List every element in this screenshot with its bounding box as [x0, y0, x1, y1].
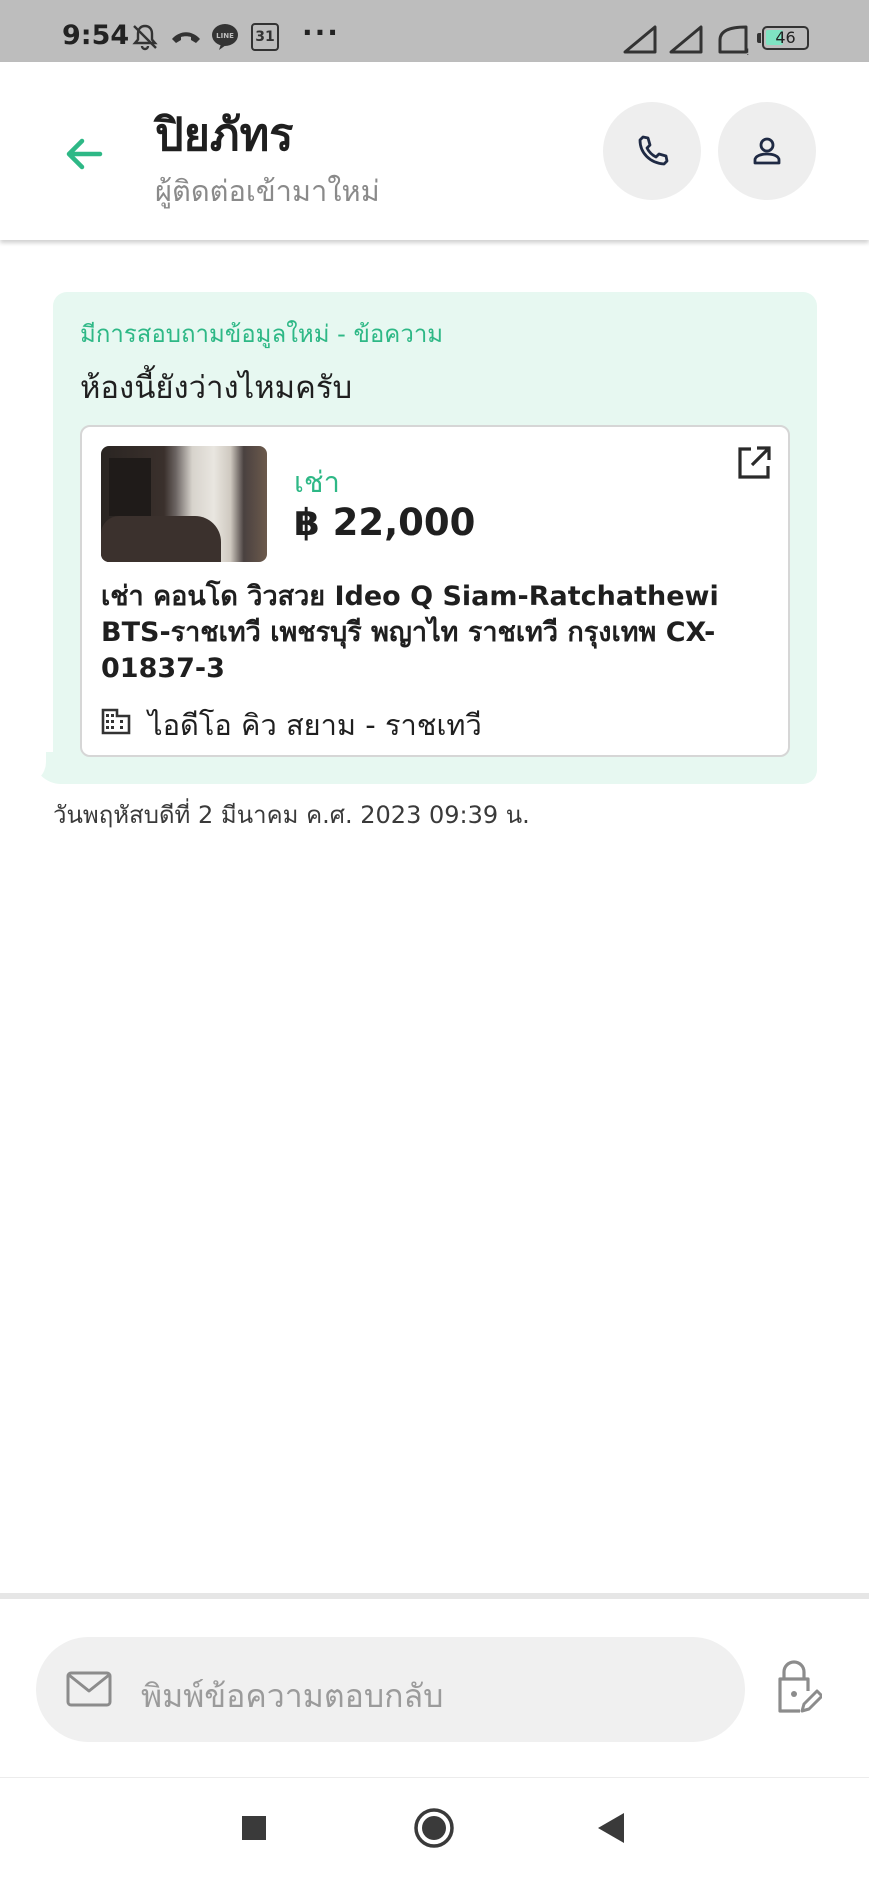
- listing-title: เช่า คอนโด วิวสวย Ideo Q Siam-Ratchathew…: [101, 581, 719, 684]
- chat-header: ปิยภัทร ผู้ติดต่อเข้ามาใหม่: [0, 62, 869, 240]
- back-arrow-icon: [66, 138, 103, 170]
- message-text: ห้องนี้ยังว่างไหมครับ: [80, 370, 353, 406]
- signal-icon: [669, 25, 703, 54]
- recents-square-icon[interactable]: [240, 1814, 268, 1842]
- more-icon: ···: [302, 16, 340, 49]
- photo-shelf: [109, 458, 151, 516]
- status-time: 9:54: [62, 20, 130, 51]
- message-timestamp: วันพฤหัสบดีที่ 2 มีนาคม ค.ศ. 2023 09:39 …: [53, 801, 530, 829]
- listing-photo: [101, 446, 267, 562]
- battery-nub: [757, 33, 761, 43]
- building-icon: [101, 708, 131, 735]
- photo-sofa: [101, 516, 221, 562]
- home-circle-icon[interactable]: [412, 1806, 456, 1850]
- building-name: ไอดีโอ คิว สยาม - ราชเทวี: [148, 708, 482, 742]
- person-icon: [753, 137, 781, 165]
- mail-icon: [66, 1671, 112, 1707]
- listing-type: เช่า: [294, 465, 340, 499]
- open-listing-button[interactable]: [735, 444, 773, 482]
- svg-text:LINE: LINE: [216, 32, 234, 40]
- external-link-icon: [738, 446, 771, 479]
- back-button[interactable]: [60, 124, 120, 184]
- signal-icon: [623, 25, 657, 54]
- calendar-icon: 31: [251, 23, 279, 51]
- status-bar: 9:54 LINE 31 ··· ! 46: [0, 0, 869, 62]
- back-triangle-icon[interactable]: [596, 1811, 626, 1845]
- system-nav-bar: [0, 1777, 869, 1883]
- reply-placeholder: พิมพ์ข้อความตอบกลับ: [141, 1677, 444, 1715]
- mute-bell-icon: [132, 24, 158, 51]
- svg-text:!: !: [746, 48, 750, 56]
- contact-name: ปิยภัทร: [155, 108, 294, 161]
- line-app-icon: LINE: [212, 24, 238, 50]
- inquiry-label: มีการสอบถามข้อมูลใหม่ - ข้อความ: [80, 320, 444, 348]
- template-lock-button[interactable]: [774, 1659, 824, 1715]
- battery-icon: 46: [762, 26, 809, 50]
- listing-card[interactable]: เช่า ฿ 22,000 เช่า คอนโด วิวสวย Ideo Q S…: [80, 425, 790, 757]
- missed-call-icon: [172, 32, 200, 43]
- contact-status: ผู้ติดต่อเข้ามาใหม่: [155, 174, 380, 208]
- wifi-icon: !: [718, 25, 750, 56]
- lock-edit-icon: [778, 1660, 824, 1713]
- listing-price: ฿ 22,000: [294, 501, 476, 544]
- phone-icon: [638, 135, 669, 166]
- battery-level: 46: [775, 28, 796, 47]
- reply-input[interactable]: พิมพ์ข้อความตอบกลับ: [36, 1637, 745, 1742]
- contact-profile-button[interactable]: [718, 102, 816, 200]
- reply-composer: พิมพ์ข้อความตอบกลับ: [0, 1599, 869, 1776]
- call-button[interactable]: [603, 102, 701, 200]
